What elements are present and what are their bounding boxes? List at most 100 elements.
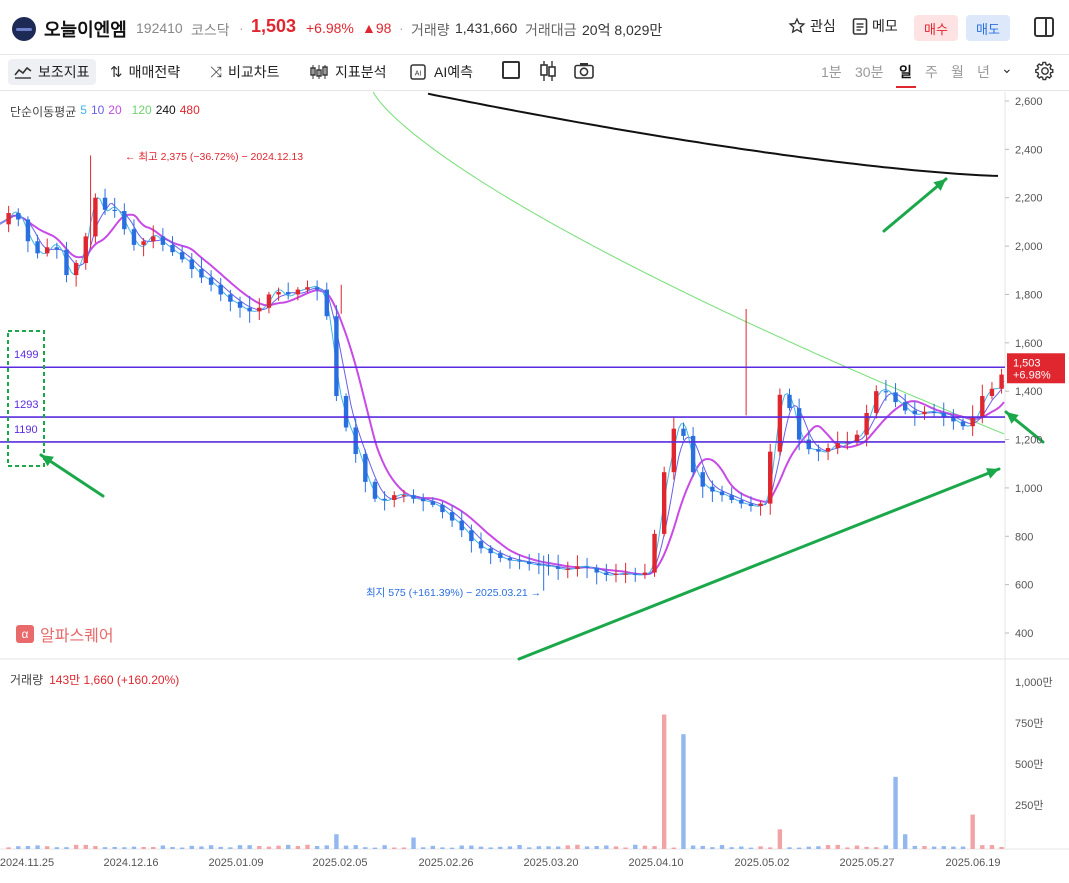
volume-bar — [604, 845, 609, 849]
volume-bar — [517, 845, 522, 849]
level-label: 1293 — [14, 399, 38, 411]
volume-bar — [864, 846, 869, 849]
period-30min[interactable]: 30분 — [855, 62, 883, 82]
ai-predict-button[interactable]: AI AI예측 — [408, 59, 473, 85]
volume-bar — [16, 846, 21, 849]
x-tick-label: 2024.12.16 — [103, 857, 158, 869]
volume-bar — [951, 846, 956, 849]
candle-body — [777, 394, 783, 452]
volume-bar — [806, 846, 811, 849]
candle-body — [382, 498, 387, 500]
chevron-down-icon[interactable]: ⌄ — [1001, 60, 1013, 77]
y-tick-label: 1,200 — [1015, 435, 1043, 447]
ma240-label: 240 — [155, 103, 176, 117]
candle-body — [507, 558, 513, 561]
company-logo — [12, 17, 36, 41]
separator-dot: · — [399, 20, 404, 36]
volume-bar — [276, 845, 281, 849]
period-1min[interactable]: 1분 — [821, 62, 842, 82]
square-icon[interactable] — [502, 61, 520, 79]
candle-body — [64, 249, 69, 276]
x-tick-label: 2025.01.09 — [208, 857, 263, 869]
volume-bar — [922, 846, 927, 849]
amount-value: 20억 8,029만 — [582, 22, 663, 38]
ma5-line — [0, 196, 1005, 576]
stock-header: 오늘이엔엠 192410 코스닥 · 1,503 +6.98% ▲98 · 거래… — [0, 0, 1069, 55]
compare-button[interactable]: ⤨ 비교차트 — [210, 59, 280, 85]
buy-button[interactable]: 매수 — [914, 15, 958, 41]
candles-icon — [310, 65, 328, 79]
volume-bar — [141, 846, 146, 849]
volume-bar — [498, 846, 503, 849]
volume-bar — [710, 847, 715, 849]
candle-body — [893, 392, 898, 403]
candle-body — [584, 566, 590, 568]
candle-body — [54, 247, 60, 250]
volume-bar — [83, 844, 88, 849]
candle-body — [613, 573, 619, 575]
volume-bar — [122, 847, 127, 849]
volume-bar — [469, 845, 474, 849]
watermark: α 알파스퀘어 — [16, 622, 114, 646]
volume-bar — [912, 845, 918, 849]
candle-body — [208, 277, 214, 285]
indicator-button[interactable]: 보조지표 — [8, 59, 96, 85]
strategy-button[interactable]: ⇅ 매매전략 — [110, 59, 180, 85]
star-icon — [788, 17, 806, 34]
volume-bar — [218, 846, 223, 849]
candle-body — [806, 439, 811, 450]
volume-bar — [758, 846, 763, 849]
volume-bar — [170, 847, 175, 849]
ma10-label: 10 — [90, 103, 105, 117]
candle-body — [970, 416, 975, 427]
favorite-button[interactable]: 관심 — [788, 16, 836, 36]
indicator-label: 보조지표 — [38, 64, 90, 80]
ma-legend[interactable]: 단순이동평균 5 10 20 120 240 480 — [10, 103, 200, 120]
period-year[interactable]: 년 — [977, 62, 990, 82]
volume-bar — [314, 845, 320, 849]
memo-button[interactable]: 메모 — [852, 16, 898, 36]
x-tick-label: 2025.02.05 — [312, 857, 367, 869]
volume-bar — [324, 845, 329, 849]
volume-bar — [73, 844, 79, 849]
period-day[interactable]: 일 — [899, 62, 912, 82]
side-panel-icon[interactable] — [1034, 17, 1054, 37]
candle-body — [449, 512, 455, 521]
sell-button[interactable]: 매도 — [966, 15, 1010, 41]
volume-bar — [700, 845, 705, 849]
volume-bar — [739, 846, 744, 849]
volume-legend[interactable]: 거래량 143만 1,660 (+160.20%) — [10, 671, 179, 688]
volume-bar — [796, 847, 802, 849]
camera-icon[interactable] — [574, 62, 594, 79]
volume-bar — [845, 847, 850, 849]
volume-bar — [816, 846, 821, 849]
volume-bar — [295, 845, 301, 849]
period-month[interactable]: 월 — [951, 62, 964, 82]
x-tick-label: 2024.11.25 — [0, 857, 54, 869]
volume-bar — [266, 846, 272, 849]
volume-bar — [874, 847, 879, 849]
candle-body — [353, 427, 358, 455]
y-tick-label: 1,600 — [1015, 338, 1043, 350]
analysis-button[interactable]: 지표분석 — [309, 59, 387, 85]
candle-body — [758, 503, 763, 507]
candle-body — [228, 294, 233, 302]
gear-icon[interactable] — [1034, 60, 1056, 82]
volume-bar — [681, 734, 686, 849]
volume-bar — [999, 846, 1004, 849]
candle-body — [661, 472, 667, 534]
volume-bar — [35, 845, 40, 849]
y-tick-label: 600 — [1015, 580, 1033, 592]
price-chart[interactable]: 1499 1293 1190 ← 최고 2,375 (−36.72%) − 2024… — [0, 92, 1069, 883]
candlestick-icon[interactable] — [538, 60, 558, 82]
chart-grid — [0, 92, 1069, 850]
ma5-label: 5 — [80, 103, 87, 117]
ma-legend-title: 단순이동평균 — [10, 105, 77, 119]
period-week[interactable]: 주 — [925, 62, 938, 82]
ma120-label: 120 — [131, 103, 152, 117]
volume-bar — [478, 846, 484, 849]
volume-bar — [286, 844, 291, 849]
stock-name[interactable]: 오늘이엔엠 — [44, 16, 127, 42]
svg-text:AI: AI — [415, 71, 422, 78]
volume-bar — [102, 847, 108, 849]
